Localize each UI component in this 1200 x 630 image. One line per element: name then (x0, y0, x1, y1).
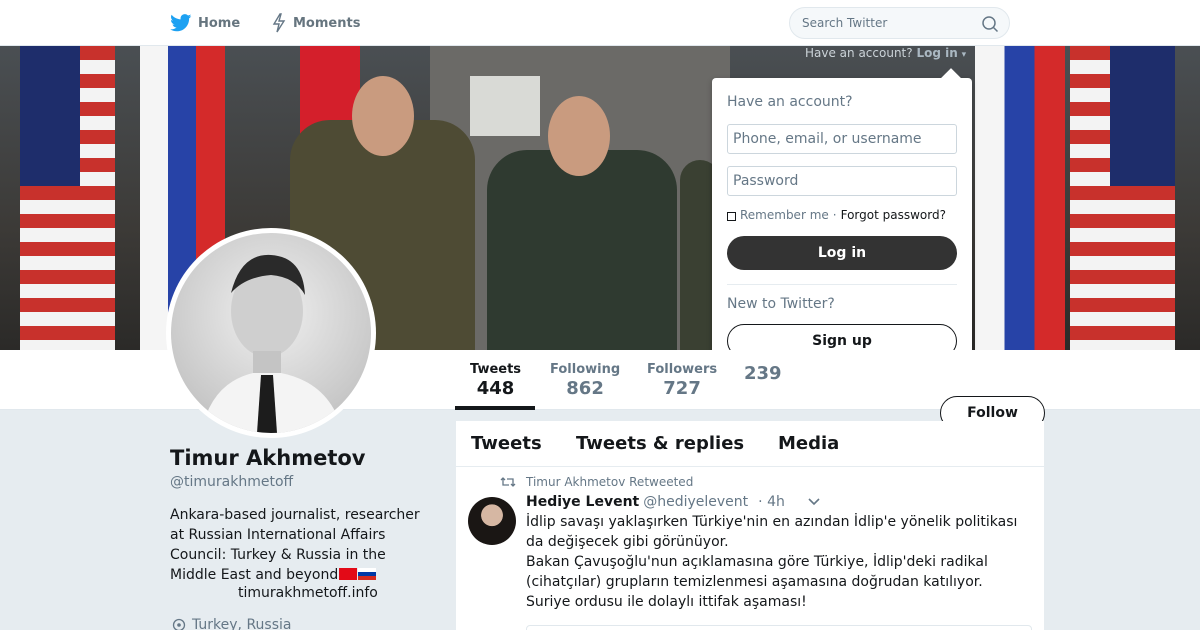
avatar-portrait (201, 254, 343, 433)
login-dropdown-toggle[interactable]: Log in (916, 46, 957, 60)
chevron-down-icon[interactable] (807, 497, 821, 507)
search-placeholder: Search Twitter (802, 16, 888, 30)
tab-media[interactable]: Media (778, 433, 839, 454)
retweet-icon (500, 477, 516, 487)
top-navigation-bar: Home Moments Search Twitter (0, 0, 1200, 46)
timeline: Tweets Tweets & replies Media Timur Akhm… (456, 421, 1044, 630)
us-flag-right (1070, 46, 1175, 350)
lightning-icon (272, 13, 286, 33)
turkey-flag-emoji (339, 568, 358, 580)
profile-location-text: Turkey, Russia (192, 617, 292, 630)
tweet-text-line: (cihatçılar) grupların temizlenmesi aşam… (526, 574, 983, 590)
retweet-context: Timur Akhmetov Retweeted (500, 475, 693, 489)
tweet-text: İdlip savaşı yaklaşırken Türkiye'nin en … (526, 512, 1026, 612)
officer-figure-center (487, 150, 677, 350)
chevron-down-icon: ▾ (961, 50, 967, 60)
tweet-author-handle[interactable]: @hediyelevent (643, 494, 748, 510)
twitter-bird-icon (170, 14, 192, 32)
forgot-password-link[interactable]: Forgot password? (841, 208, 946, 222)
login-hint: Have an account? Log in ▾ (805, 46, 966, 60)
profile-name: Timur Akhmetov (170, 446, 366, 470)
officer-head-left (352, 76, 414, 156)
officer-head-center (548, 96, 610, 176)
login-dropdown: Have an account? Phone, email, or userna… (712, 68, 972, 378)
tweet-text-line: da değişecek gibi görünüyor. (526, 534, 729, 550)
new-to-twitter-label: New to Twitter? (727, 296, 835, 312)
separator-dot: · (832, 208, 837, 222)
tweet-timestamp[interactable]: · 4h (758, 494, 785, 510)
tab-tweets[interactable]: Tweets (471, 433, 542, 454)
tweet-header: Hediye Levent @hediyelevent · 4h (526, 494, 821, 510)
stat-value: 862 (566, 378, 604, 399)
avatar[interactable] (166, 228, 376, 438)
us-flag-left (20, 46, 115, 350)
password-field[interactable]: Password (727, 166, 957, 196)
nav-moments-label: Moments (293, 15, 361, 31)
avatar-photo (171, 233, 371, 433)
tweet-text-line: Suriye ordusu ile dolaylı ittifak aşamas… (526, 594, 807, 610)
tab-tweets-replies[interactable]: Tweets & replies (576, 433, 744, 454)
nav-home-label: Home (198, 15, 241, 31)
stat-value: 727 (663, 378, 701, 399)
login-button[interactable]: Log in (727, 236, 957, 270)
nav-moments[interactable]: Moments (271, 12, 360, 34)
tweet-text-line: Bakan Çavuşoğlu'nun açıklamasına göre Tü… (526, 554, 988, 570)
stat-value: 239 (744, 363, 782, 384)
profile-handle[interactable]: @timurakhmetoff (170, 474, 293, 490)
stat-likes[interactable]: 239 (744, 362, 782, 384)
login-title: Have an account? (727, 94, 853, 110)
stat-label: Tweets (470, 362, 522, 377)
login-divider (727, 284, 957, 285)
profile-bio-text: Ankara-based journalist, researcher at R… (170, 507, 420, 583)
remember-row: Remember me · Forgot password? (727, 208, 946, 222)
location-pin-icon (172, 618, 186, 630)
timeline-tabs: Tweets Tweets & replies Media (456, 421, 1044, 467)
tweet-author-avatar[interactable] (468, 497, 516, 545)
search-input[interactable]: Search Twitter (789, 7, 1010, 39)
username-field[interactable]: Phone, email, or username (727, 124, 957, 154)
remember-me-checkbox[interactable] (727, 211, 736, 221)
russia-flag-emoji (358, 568, 377, 580)
stat-followers[interactable]: Followers 727 (647, 362, 717, 399)
search-icon[interactable] (981, 15, 999, 33)
retweet-context-text[interactable]: Timur Akhmetov Retweeted (526, 475, 693, 489)
tweet-media-card[interactable] (526, 625, 1032, 630)
profile-website-link[interactable]: timurakhmetoff.info (238, 585, 378, 601)
russia-flag-right (975, 46, 1065, 350)
profile-bio: Ankara-based journalist, researcher at R… (170, 505, 435, 585)
stat-following[interactable]: Following 862 (550, 362, 620, 399)
profile-location: Turkey, Russia (172, 617, 292, 630)
stat-value: 448 (476, 378, 515, 399)
have-account-hint: Have an account? (805, 46, 913, 60)
nav-home[interactable]: Home (170, 12, 240, 34)
stat-label: Followers (647, 362, 718, 377)
tweet-text-line: İdlip savaşı yaklaşırken Türkiye'nin en … (526, 514, 1018, 530)
remember-me-label: Remember me (740, 208, 829, 222)
banner-background-sign (470, 76, 540, 136)
stat-tweets[interactable]: Tweets 448 (470, 362, 521, 399)
stat-label: Following (550, 362, 621, 377)
tweet-author-name[interactable]: Hediye Levent (526, 494, 639, 510)
active-stat-underline (455, 406, 535, 410)
